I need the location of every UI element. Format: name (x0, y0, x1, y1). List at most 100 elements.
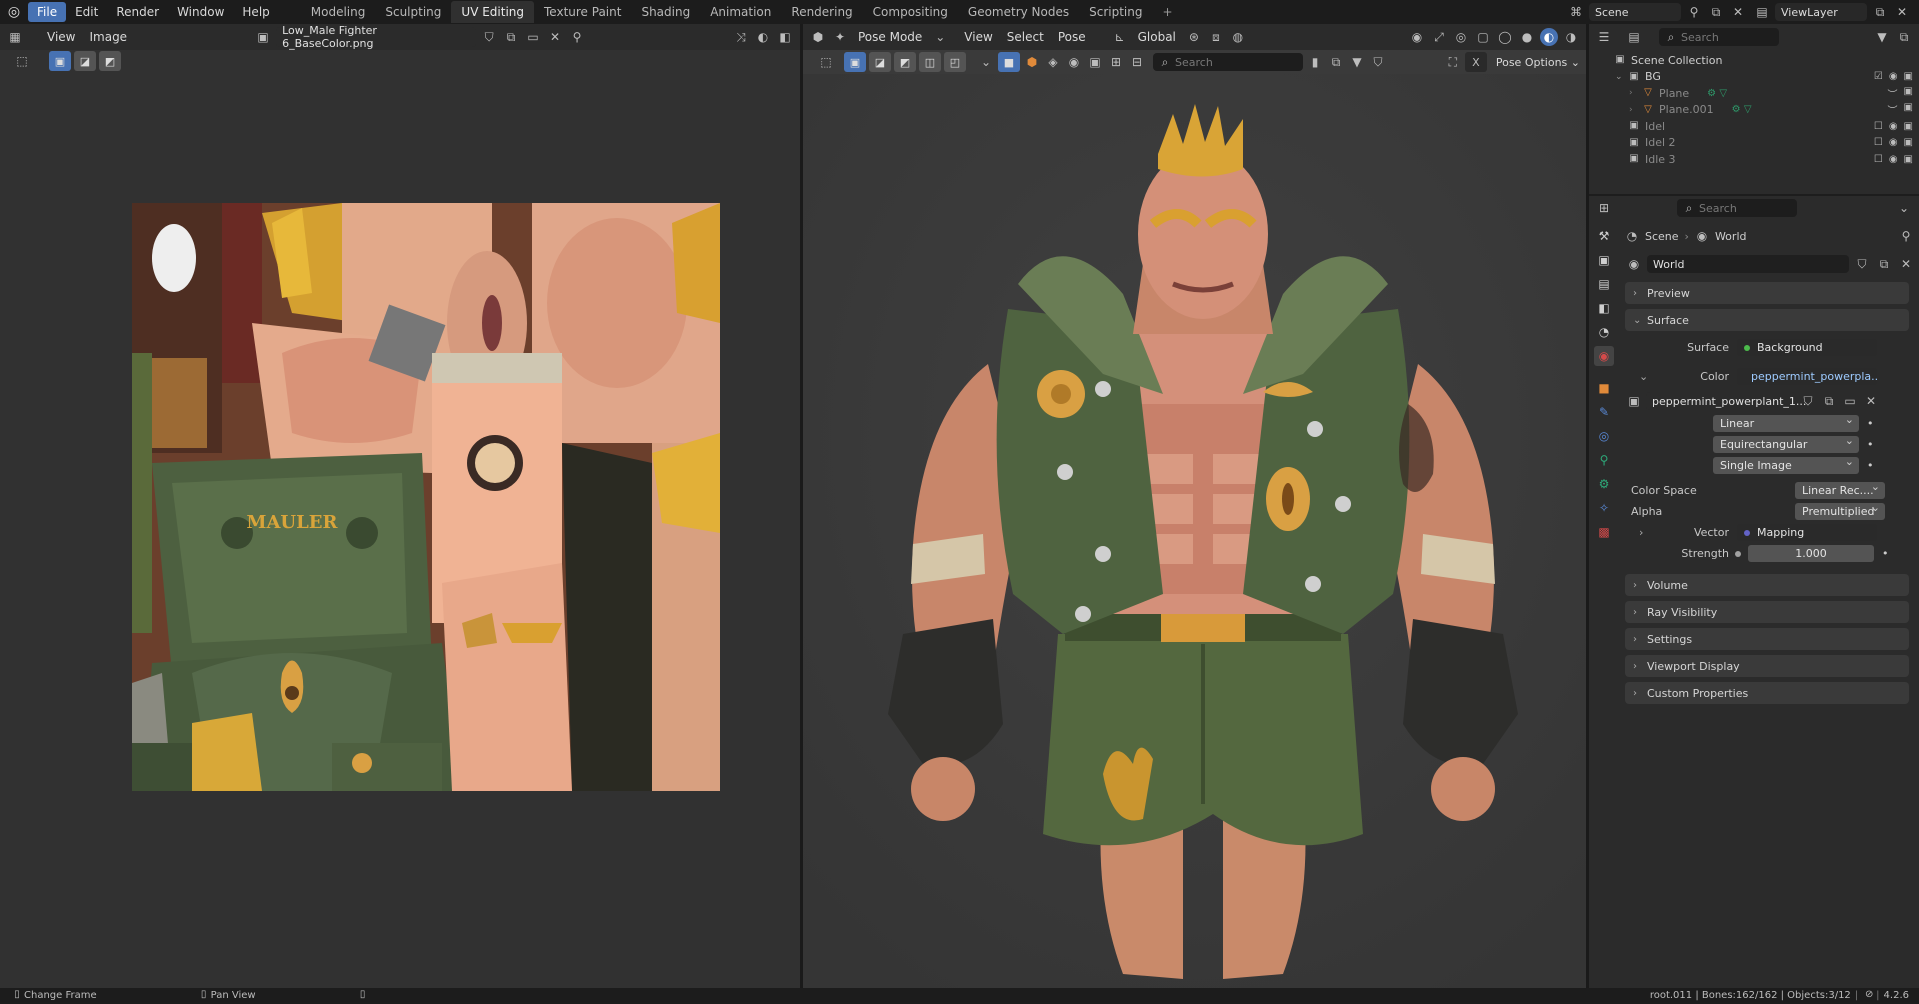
camera-icon[interactable]: ▣ (1904, 154, 1913, 165)
physics-tab-icon[interactable]: ⚲ (1594, 450, 1614, 470)
scene-icon[interactable]: ⌘ (1567, 3, 1585, 21)
fighter-character-render[interactable] (803, 74, 1586, 988)
x-mirror-button[interactable]: X (1464, 52, 1487, 72)
select-tool-icon[interactable]: ⬚ (14, 52, 30, 70)
world-name-field[interactable]: World (1647, 255, 1849, 273)
viewport-select-tool-icon[interactable]: ⬚ (817, 53, 835, 71)
panel-ray-visibility[interactable]: › Ray Visibility (1625, 601, 1915, 623)
panel-settings[interactable]: › Settings (1625, 628, 1915, 650)
surface-shader-field[interactable]: Background (1737, 339, 1877, 356)
open-env-image-icon[interactable]: ▭ (1841, 392, 1859, 410)
viewport-pose-menu[interactable]: Pose (1053, 30, 1091, 44)
menu-render[interactable]: Render (107, 2, 168, 22)
duplicate-image-icon[interactable]: ⧉ (502, 28, 520, 46)
outliner-root[interactable]: ▣ Scene Collection (1589, 52, 1919, 69)
color-space-select[interactable]: Linear Rec.... (1795, 482, 1885, 499)
unlink-env-image-icon[interactable]: ✕ (1862, 392, 1880, 410)
tab-rendering[interactable]: Rendering (781, 1, 862, 23)
material-shading-icon[interactable]: ◐ (1540, 28, 1558, 46)
image-name-field[interactable]: Low_Male Fighter 6_BaseColor.png (276, 24, 477, 50)
panel-custom-properties[interactable]: › Custom Properties (1625, 682, 1915, 704)
collapse-color-icon[interactable]: ⌄ (1639, 370, 1648, 383)
tool-tab-icon[interactable]: ⚒ (1594, 226, 1614, 246)
menu-edit[interactable]: Edit (66, 2, 107, 22)
strength-field[interactable]: 1.000 (1748, 545, 1874, 562)
camera-icon[interactable]: ▣ (1904, 71, 1913, 82)
modifier-tab-icon[interactable]: ✎ (1594, 402, 1614, 422)
other-filter-icon[interactable]: ⊟ (1128, 53, 1146, 71)
projection-select[interactable]: Equirectangular (1713, 436, 1859, 453)
viewport-select-menu[interactable]: Select (1002, 30, 1049, 44)
editor-type-icon[interactable]: ▦ (6, 28, 24, 46)
keyframe-dot-icon[interactable]: • (1867, 417, 1874, 430)
tab-texture-paint[interactable]: Texture Paint (534, 1, 631, 23)
mesh-filter-icon[interactable]: ⬢ (1023, 53, 1041, 71)
vp-select-intersect-icon[interactable]: ◰ (944, 52, 966, 72)
outliner-item-idle3[interactable]: ▣ Idle 3 ☐ ◉ ▣ (1589, 151, 1919, 168)
camera-icon[interactable]: ▣ (1904, 121, 1913, 132)
transform-orientation-icon[interactable]: ⊾ (1111, 28, 1129, 46)
vp-select-subtract-icon[interactable]: ◩ (894, 52, 916, 72)
properties-options-icon[interactable]: ⌄ (1895, 199, 1913, 217)
object-type-icon[interactable]: ■ (998, 52, 1020, 72)
pose-options-button[interactable]: Pose Options ⌄ (1490, 56, 1586, 69)
tab-animation[interactable]: Animation (700, 1, 781, 23)
rendered-shading-icon[interactable]: ◑ (1562, 28, 1580, 46)
light-filter-icon[interactable]: ◉ (1065, 53, 1083, 71)
object-tab-icon[interactable]: ■ (1594, 378, 1614, 398)
keyframe-dot-icon[interactable]: • (1867, 438, 1874, 451)
checkbox-icon[interactable]: ☐ (1874, 137, 1883, 148)
viewlayer-icon[interactable]: ▤ (1753, 3, 1771, 21)
empty-filter-icon[interactable]: ⊞ (1107, 53, 1125, 71)
duplicate-world-icon[interactable]: ⧉ (1875, 255, 1893, 273)
image-browse-icon[interactable]: ▣ (1625, 392, 1643, 410)
menu-window[interactable]: Window (168, 2, 233, 22)
select-mode-extend-icon[interactable]: ◪ (74, 51, 96, 71)
view-layer-tab-icon[interactable]: ◧ (1594, 298, 1614, 318)
panel-viewport-display[interactable]: › Viewport Display (1625, 655, 1915, 677)
outliner-editor-type-icon[interactable]: ☰ (1595, 28, 1613, 46)
display-mode-icon[interactable]: ▤ (1625, 28, 1643, 46)
eye-icon[interactable]: ◉ (1889, 154, 1898, 165)
outliner-item-idel2[interactable]: ▣ Idel 2 ☐ ◉ ▣ (1589, 135, 1919, 152)
render-tab-icon[interactable]: ▣ (1594, 250, 1614, 270)
shield-icon[interactable]: ⛉ (1369, 53, 1387, 71)
tab-scripting[interactable]: Scripting (1079, 1, 1152, 23)
outliner-item-plane001[interactable]: › ▽ Plane.001 ⚙ ▽ ︶ ▣ (1589, 102, 1919, 119)
outliner-item-idel[interactable]: ▣ Idel ☐ ◉ ▣ (1589, 118, 1919, 135)
tab-modeling[interactable]: Modeling (301, 1, 376, 23)
delete-viewlayer-icon[interactable]: ✕ (1893, 3, 1911, 21)
new-scene-icon[interactable]: ⧉ (1707, 3, 1725, 21)
solid-shading-icon[interactable]: ● (1518, 28, 1536, 46)
wireframe-shading-icon[interactable]: ◯ (1496, 28, 1514, 46)
mirror-icon[interactable]: ⛶ (1444, 53, 1462, 71)
viewport-view-menu[interactable]: View (959, 30, 997, 44)
overlay-icon[interactable]: ◎ (1452, 28, 1470, 46)
uv-texture-image[interactable]: MAULER (132, 203, 720, 791)
world-browse-icon[interactable]: ◉ (1625, 255, 1643, 273)
data-tab-icon[interactable]: ✧ (1594, 498, 1614, 518)
uv-view-menu[interactable]: View (42, 30, 80, 44)
uv-display-icon[interactable]: ◧ (776, 28, 794, 46)
outliner-item-plane[interactable]: › ▽ Plane ⚙ ▽ ︶ ▣ (1589, 85, 1919, 102)
new-viewlayer-icon[interactable]: ⧉ (1871, 3, 1889, 21)
proportional-edit-icon[interactable]: ◍ (1229, 28, 1247, 46)
pin-properties-icon[interactable]: ⚲ (1897, 227, 1915, 245)
unlink-image-icon[interactable]: ✕ (546, 28, 564, 46)
add-workspace-icon[interactable]: + (1153, 1, 1183, 23)
eye-icon[interactable]: ◉ (1889, 137, 1898, 148)
camera-icon[interactable]: ▣ (1904, 86, 1913, 101)
env-image-field[interactable]: peppermint_powerplant_1... (1646, 392, 1806, 410)
fake-user-world-icon[interactable]: ⛉ (1853, 255, 1871, 273)
source-select[interactable]: Single Image (1713, 457, 1859, 474)
scene-field[interactable]: Scene (1589, 3, 1681, 21)
orientation-selector[interactable]: Global (1133, 30, 1181, 44)
pin-icon[interactable]: ⚲ (1685, 3, 1703, 21)
outliner-filter-icon[interactable]: ▼ (1873, 28, 1891, 46)
mode-selector[interactable]: Pose Mode (853, 30, 927, 44)
outliner-search-input[interactable]: ⌕ Search (1659, 28, 1779, 46)
scene-tab-icon[interactable]: ◔ (1594, 322, 1614, 342)
vp-select-invert-icon[interactable]: ◫ (919, 52, 941, 72)
tab-geometry-nodes[interactable]: Geometry Nodes (958, 1, 1079, 23)
checkbox-icon[interactable]: ☐ (1874, 154, 1883, 165)
